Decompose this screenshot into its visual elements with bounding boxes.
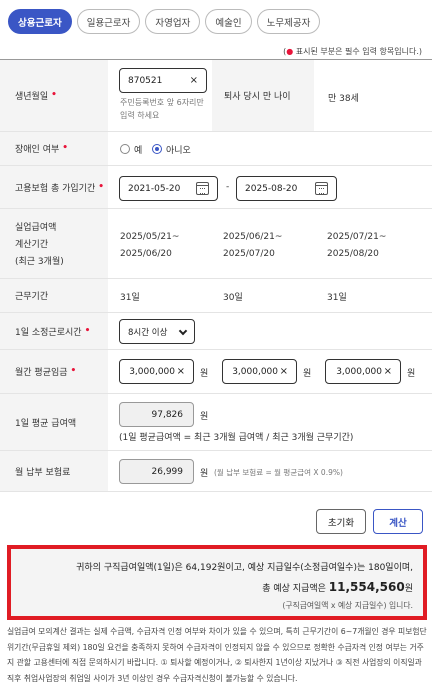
monthly-premium-formula: (월 납부 보험료 = 월 평균급여 X 0.9%) [214,468,343,477]
clear-icon[interactable]: × [190,75,198,86]
work-days-row: 근무기간 31일 30일 31일 [0,279,432,313]
wage-input-2[interactable]: 3,000,000 × [222,359,297,384]
monthly-premium-unit: 원 [200,469,209,479]
daily-wage-label: 1일 평균 급여액 [0,394,108,450]
monthly-wage-row: 월간 평균임금 • 3,000,000 × 원 3,000,000 × 원 3,0… [0,350,432,394]
result-line-2: 총 예상 지급액은 11,554,560원 [262,580,413,594]
tab-daily-worker[interactable]: 일용근로자 [76,9,141,34]
disability-no-label[interactable]: 아니오 [166,143,191,156]
disclaimer-text: 실업급여 모의계산 결과는 실제 수급액, 수급자격 인정 여부와 차이가 있을… [7,627,427,683]
age-value: 만 38세 [328,94,359,104]
daily-wage-unit: 원 [200,412,209,422]
monthly-premium-output: 26,999 [119,459,194,484]
work-days-label: 근무기간 [0,279,108,312]
chevron-down-icon [178,326,188,336]
calculate-button[interactable]: 계산 [373,509,423,534]
required-dot-icon: • [62,143,69,153]
work-days-1: 31일 [120,293,140,303]
start-date-input[interactable]: 2021-05-20 [119,176,218,201]
disability-row: 장애인 여부 • 예 아니오 [0,132,432,166]
wage-input-3[interactable]: 3,000,000 × [325,359,401,384]
worker-type-tabs: 상용근로자 일용근로자 자영업자 예술인 노무제공자 [8,9,321,34]
work-days-3: 31일 [327,293,347,303]
result-line-1: 귀하의 구직급여일액(1일)은 64,192원이고, 예상 지급일수(소정급여일… [76,563,413,573]
required-dot-icon: • [70,366,77,376]
period-2: 2025/06/21~ 2025/07/20 [223,232,283,259]
age-label: 퇴사 당시 만 나이 [212,60,314,131]
disability-yes-radio[interactable] [120,144,130,154]
end-date-input[interactable]: 2025-08-20 [236,176,337,201]
daily-wage-row: 1일 평균 급여액 97,826 원 (1일 평균급여액 = 최근 3개월 급여… [0,394,432,451]
birth-row: 생년월일 • 870521 × 주민등록번호 앞 6자리만 입력 하세요 퇴사 당… [0,60,432,132]
calc-period-row: 실업급여액 계산기간 (최근 3개월) 2025/05/21~ 2025/06/… [0,209,432,279]
result-line-3: (구직급여일액 x 예상 지급일수) 입니다. [282,601,413,610]
clear-icon[interactable]: × [177,366,185,377]
period-1: 2025/05/21~ 2025/06/20 [120,232,180,259]
tab-labor-provider[interactable]: 노무제공자 [256,9,321,34]
required-note: (● 표시된 부분은 필수 입력 항목입니다.) [283,47,422,56]
tab-regular-worker[interactable]: 상용근로자 [8,9,72,34]
disability-label: 장애인 여부 • [0,132,108,165]
birth-value: 870521 [128,75,163,86]
calendar-icon[interactable] [196,182,209,195]
tab-self-employed[interactable]: 자영업자 [145,9,201,34]
clear-icon[interactable]: × [280,366,288,377]
birth-hint: 주민등록번호 앞 6자리만 입력 하세요 [120,98,204,120]
wage-unit-3: 원 [407,369,416,379]
monthly-premium-label: 월 납부 보험료 [0,451,108,491]
date-separator: - [226,182,230,192]
insurance-period-row: 고용보험 총 가입기간 • 2021-05-20 - 2025-08-20 [0,166,432,209]
required-dot-icon: • [98,181,105,192]
daily-hours-label: 1일 소정근로시간 • [0,313,108,349]
clear-icon[interactable]: × [384,366,392,377]
daily-hours-select[interactable]: 8시간 이상 [119,319,195,344]
reset-button[interactable]: 초기화 [316,509,366,534]
result-total: 11,554,560 [328,580,405,594]
wage-input-1[interactable]: 3,000,000 × [119,359,194,384]
daily-wage-formula: (1일 평균급여액 = 최근 3개월 급여액 / 최근 3개월 근무기간) [119,433,354,443]
period-3: 2025/07/21~ 2025/08/20 [327,232,387,259]
tab-artist[interactable]: 예술인 [205,9,252,34]
result-box: 귀하의 구직급여일액(1일)은 64,192원이고, 예상 지급일수(소정급여일… [7,545,427,620]
disability-no-radio[interactable] [152,144,162,154]
calendar-icon[interactable] [315,182,328,195]
wage-unit-1: 원 [200,369,209,379]
work-days-2: 30일 [223,293,243,303]
required-dot-icon: • [84,325,91,336]
birth-input[interactable]: 870521 × [119,68,207,93]
wage-unit-2: 원 [303,369,312,379]
daily-hours-row: 1일 소정근로시간 • 8시간 이상 [0,313,432,350]
monthly-premium-row: 월 납부 보험료 26,999 원 (월 납부 보험료 = 월 평균급여 X 0… [0,451,432,492]
daily-wage-output: 97,826 [119,402,194,427]
insurance-period-label: 고용보험 총 가입기간 • [0,166,108,208]
birth-label: 생년월일 • [0,60,108,131]
disability-yes-label[interactable]: 예 [134,143,142,156]
required-dot-icon: • [51,90,57,100]
calc-period-label: 실업급여액 계산기간 (최근 3개월) [0,209,108,278]
monthly-wage-label: 월간 평균임금 • [0,350,108,393]
